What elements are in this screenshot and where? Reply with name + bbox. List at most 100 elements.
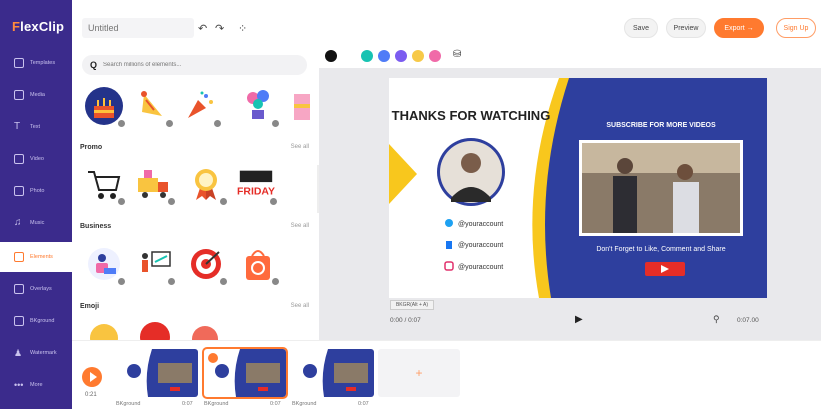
slide-graphics: THANKS FOR WATCHING SUBSCRIBE FOR MORE V… xyxy=(389,78,767,298)
elements-panel: Q Promo See all xyxy=(72,52,317,340)
see-all-promo-link[interactable]: See all xyxy=(291,144,309,150)
sidebar-item-watermark[interactable]: ♟ Watermark xyxy=(0,338,72,368)
add-dot-icon xyxy=(213,119,222,128)
element-shopping-bag[interactable] xyxy=(238,244,280,286)
watermark-icon: ♟ xyxy=(14,348,23,358)
sidebar-item-label: BKground xyxy=(30,318,55,324)
color-swatch[interactable] xyxy=(325,50,337,62)
clip-duration: 0:07 xyxy=(182,401,193,407)
photo-icon xyxy=(14,186,24,196)
person-b-head xyxy=(677,164,693,180)
sidebar-item-photo[interactable]: Photo xyxy=(0,176,72,206)
social-handle-instagram: @youraccount xyxy=(458,264,503,271)
element-business-person[interactable] xyxy=(84,244,126,286)
element-shopping-cart[interactable] xyxy=(84,164,126,206)
see-all-business-link[interactable]: See all xyxy=(291,223,309,229)
sidebar-item-label: Media xyxy=(30,92,45,98)
clip-label: BKground xyxy=(116,401,141,407)
save-button[interactable]: Save xyxy=(624,18,658,38)
add-dot-icon xyxy=(167,197,176,206)
see-all-emoji-link[interactable]: See all xyxy=(291,303,309,309)
sidebar-item-templates[interactable]: Templates xyxy=(0,48,72,78)
timeline-clip[interactable] xyxy=(116,349,198,397)
sidebar-item-label: More xyxy=(30,382,43,388)
paint-bucket-icon[interactable]: ⛁ xyxy=(453,49,461,60)
sidebar: FlexClip Templates Media T Text Video Pho… xyxy=(0,0,72,409)
sidebar-item-media[interactable]: Media xyxy=(0,80,72,110)
time-total: 0:07.00 xyxy=(737,317,759,324)
signup-button[interactable]: Sign Up xyxy=(776,18,816,38)
add-dot-icon xyxy=(117,119,126,128)
person-b-body xyxy=(673,182,699,233)
microphone-icon[interactable]: ⚲ xyxy=(713,314,720,325)
search-icon: Q xyxy=(90,60,98,70)
add-dot-icon xyxy=(269,197,278,206)
add-dot-icon xyxy=(165,119,174,128)
element-balloons[interactable] xyxy=(238,86,280,128)
timeline: 0:21 + BKground 0:07 BKground 0:07 BKgro… xyxy=(72,340,821,409)
play-icon[interactable]: ▶ xyxy=(575,314,583,325)
element-black-friday[interactable]: FRIDAY xyxy=(236,164,278,206)
element-presentation[interactable] xyxy=(134,244,176,286)
element-badge[interactable] xyxy=(186,164,228,206)
emoji-item[interactable] xyxy=(140,322,170,340)
color-swatch[interactable] xyxy=(395,50,407,62)
element-party-popper[interactable] xyxy=(180,86,222,128)
undo-icon[interactable]: ↶ xyxy=(198,22,207,35)
emoji-item[interactable] xyxy=(192,326,218,340)
slide-title: THANKS FOR WATCHING xyxy=(392,108,551,123)
export-button[interactable]: Export → xyxy=(714,18,764,38)
color-swatch[interactable] xyxy=(412,50,424,62)
sidebar-item-more[interactable]: ••• More xyxy=(0,370,72,400)
flexclip-logo: FlexClip xyxy=(12,19,64,34)
social-handle-facebook: @youraccount xyxy=(458,242,503,249)
element-party-hat[interactable] xyxy=(132,86,174,128)
friday-text: FRIDAY xyxy=(237,186,275,197)
timeline-play-button[interactable] xyxy=(82,367,102,387)
add-dot-icon xyxy=(167,277,176,286)
color-swatch[interactable] xyxy=(429,50,441,62)
grid-icon[interactable]: ⁘ xyxy=(238,22,247,35)
section-title-promo: Promo xyxy=(80,144,103,151)
sidebar-item-label: Watermark xyxy=(30,350,57,356)
media-icon xyxy=(14,90,24,100)
music-icon: ♫ xyxy=(14,217,22,228)
timeline-clip-selected[interactable] xyxy=(202,347,288,399)
sidebar-item-bkground[interactable]: BKground xyxy=(0,306,72,336)
search-input[interactable] xyxy=(103,62,284,68)
color-swatch[interactable] xyxy=(378,50,390,62)
profile-head xyxy=(461,153,481,173)
sidebar-item-overlays[interactable]: Overlays xyxy=(0,274,72,304)
preview-button[interactable]: Preview xyxy=(666,18,706,38)
emoji-item[interactable] xyxy=(90,324,118,340)
video-icon xyxy=(14,154,24,164)
color-swatch[interactable] xyxy=(361,50,373,62)
sidebar-item-label: Text xyxy=(30,124,41,130)
subscribe-text: SUBSCRIBE FOR MORE VIDEOS xyxy=(606,122,716,129)
sidebar-item-text[interactable]: T Text xyxy=(0,112,72,142)
add-dot-icon xyxy=(271,277,280,286)
clip-label: BKground xyxy=(204,401,229,407)
clip-thumbnail xyxy=(204,349,286,397)
timeline-clip[interactable] xyxy=(292,349,374,397)
person-a-head xyxy=(617,158,633,174)
sidebar-item-music[interactable]: ♫ Music xyxy=(0,208,72,238)
more-icon: ••• xyxy=(14,380,24,390)
background-tag[interactable]: BKGR(Alt + A) xyxy=(390,300,434,310)
project-title-input[interactable] xyxy=(82,18,194,38)
element-delivery-truck[interactable] xyxy=(134,164,176,206)
section-title-emoji: Emoji xyxy=(80,303,100,310)
add-dot-icon xyxy=(271,119,280,128)
sidebar-item-elements[interactable]: Elements xyxy=(0,242,72,272)
templates-icon xyxy=(14,58,24,68)
sidebar-item-video[interactable]: Video xyxy=(0,144,72,174)
element-gift-partial[interactable] xyxy=(286,86,310,126)
bkground-icon xyxy=(14,316,24,326)
add-clip-button[interactable]: + xyxy=(378,349,460,397)
element-target[interactable] xyxy=(186,244,228,286)
redo-icon[interactable]: ↷ xyxy=(215,22,224,35)
element-birthday-cake[interactable] xyxy=(84,86,126,128)
cta-text: Don't Forget to Like, Comment and Share xyxy=(596,246,725,253)
slide-canvas[interactable]: THANKS FOR WATCHING SUBSCRIBE FOR MORE V… xyxy=(389,78,767,298)
clip-label: BKground xyxy=(292,401,317,407)
